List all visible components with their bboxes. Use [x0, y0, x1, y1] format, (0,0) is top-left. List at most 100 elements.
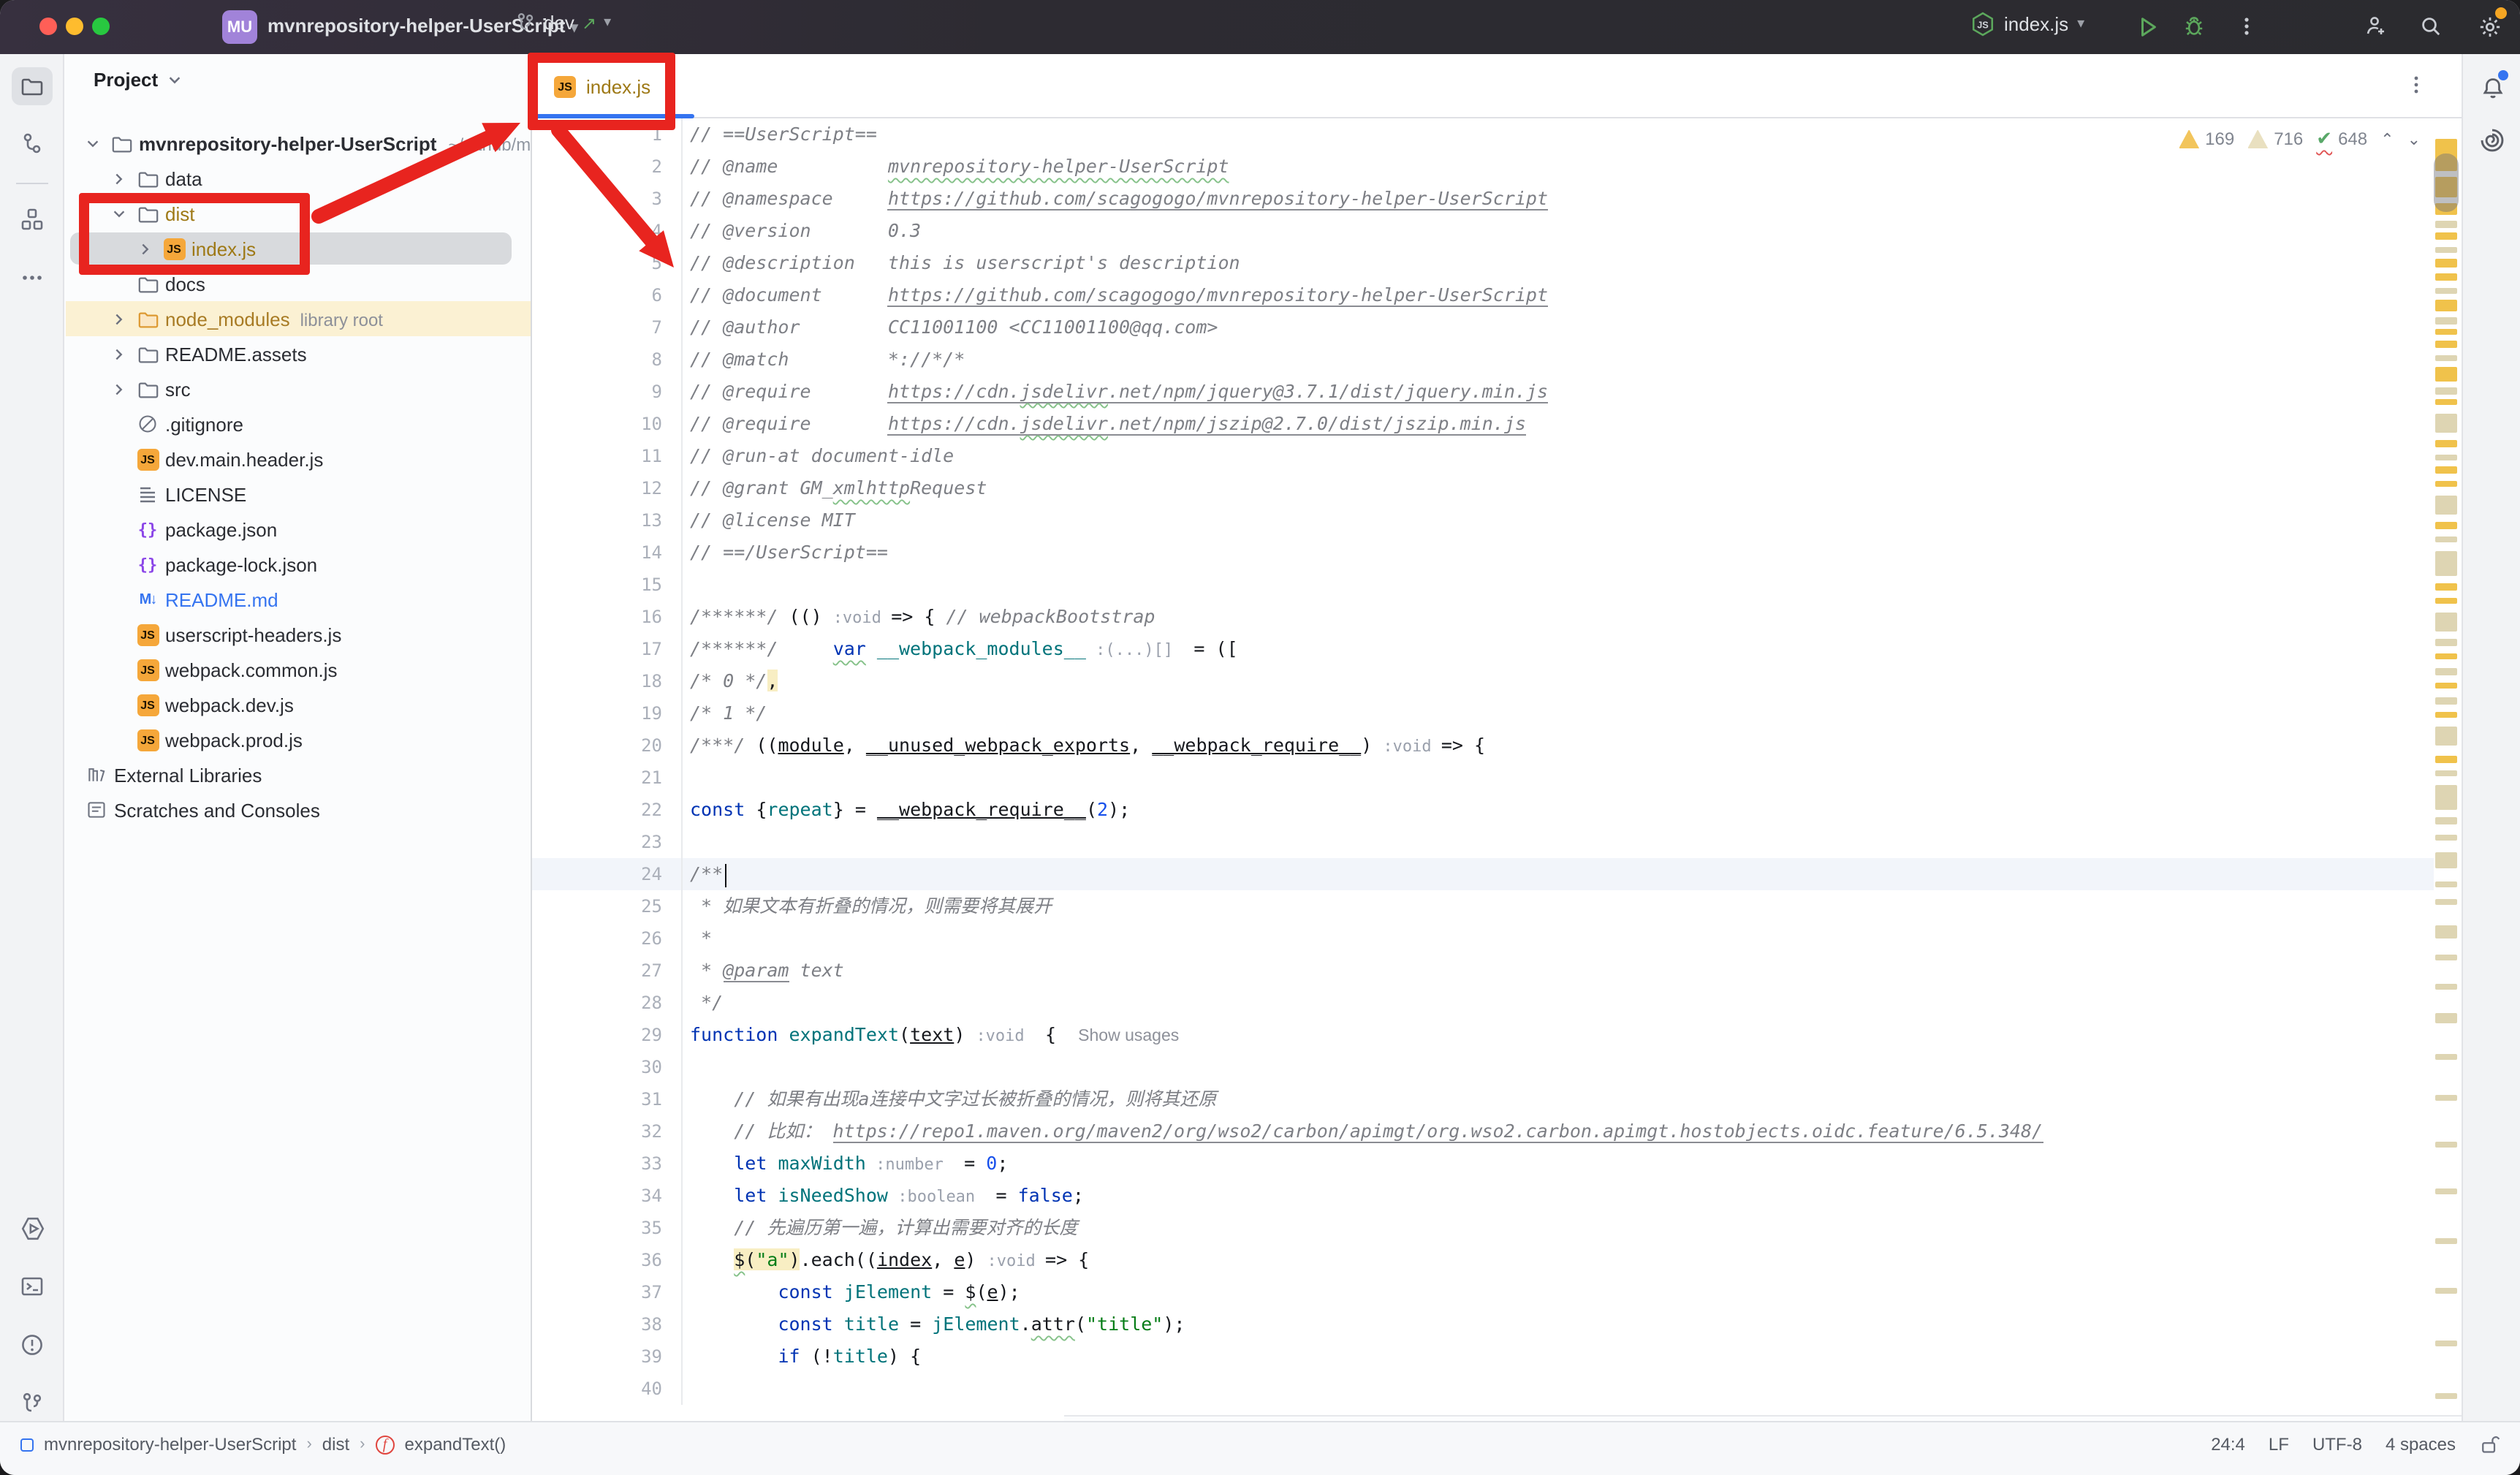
code-line-9[interactable]: 9// @require https://cdn.jsdelivr.net/np…	[532, 376, 2462, 408]
tree-item-webpack-prod-js[interactable]: JSwebpack.prod.js	[64, 722, 531, 757]
chevron-closed-icon[interactable]	[110, 345, 127, 363]
stripe-mark[interactable]	[2435, 785, 2457, 810]
stripe-mark[interactable]	[2435, 653, 2457, 659]
tree-item-webpack-common-js[interactable]: JSwebpack.common.js	[64, 652, 531, 687]
more-tool-windows-button[interactable]	[12, 259, 53, 297]
code-line-10[interactable]: 10// @require https://cdn.jsdelivr.net/n…	[532, 408, 2462, 440]
tree-item-readme-assets[interactable]: README.assets	[64, 336, 531, 371]
code-line-20[interactable]: 20/***/ ((module, __unused_webpack_expor…	[532, 729, 2462, 762]
stripe-mark[interactable]	[2435, 899, 2457, 905]
stripe-mark[interactable]	[2435, 1188, 2457, 1194]
tree-item-package-lock-json[interactable]: {}package-lock.json	[64, 547, 531, 582]
code-line-33[interactable]: 33 let maxWidth :number = 0;	[532, 1148, 2462, 1180]
editor-vertical-scrollbar[interactable]	[2434, 153, 2459, 212]
stripe-mark[interactable]	[2435, 598, 2457, 604]
code-line-39[interactable]: 39 if (!title) {	[532, 1341, 2462, 1373]
stripe-mark[interactable]	[2435, 1142, 2457, 1148]
tree-item-src[interactable]: src	[64, 371, 531, 406]
commit-tool-button[interactable]	[12, 124, 53, 162]
stripe-mark[interactable]	[2435, 329, 2457, 335]
tree-item-mvnrepository-helper-userscript[interactable]: mvnrepository-helper-UserScript~/github/…	[64, 126, 531, 161]
code-line-35[interactable]: 35 // 先遍历第一遍，计算出需要对齐的长度	[532, 1212, 2462, 1244]
stripe-mark[interactable]	[2435, 496, 2457, 515]
code-line-36[interactable]: 36 $("a").each((index, e) :void => {	[532, 1244, 2462, 1276]
unlock-icon[interactable]	[2479, 1434, 2500, 1455]
search-icon[interactable]	[2415, 10, 2447, 42]
code-line-27[interactable]: 27 * @param text	[532, 955, 2462, 987]
chevron-closed-icon[interactable]	[110, 380, 127, 398]
notifications-bell-icon[interactable]	[2476, 72, 2508, 104]
code-line-37[interactable]: 37 const jElement = $(e);	[532, 1276, 2462, 1308]
stripe-mark[interactable]	[2435, 1054, 2457, 1060]
run-button[interactable]	[2131, 10, 2163, 42]
stripe-mark[interactable]	[2435, 1288, 2457, 1294]
code-line-30[interactable]: 30	[532, 1051, 2462, 1083]
stripe-mark[interactable]	[2435, 414, 2457, 433]
tree-item-webpack-dev-js[interactable]: JSwebpack.dev.js	[64, 687, 531, 722]
ai-assistant-icon[interactable]	[2476, 124, 2508, 156]
code-line-7[interactable]: 7// @author CC11001100 <CC11001100@qq.co…	[532, 311, 2462, 344]
stripe-mark[interactable]	[2435, 455, 2457, 460]
stripe-mark[interactable]	[2435, 639, 2457, 646]
stripe-mark[interactable]	[2435, 1341, 2457, 1346]
stripe-mark[interactable]	[2435, 481, 2457, 487]
stripe-mark[interactable]	[2435, 247, 2457, 253]
code-line-8[interactable]: 8// @match *://*/*	[532, 344, 2462, 376]
project-panel-header[interactable]: Project	[94, 69, 183, 91]
run-tool-button[interactable]	[12, 1209, 53, 1247]
code-line-28[interactable]: 28 */	[532, 987, 2462, 1019]
stripe-mark[interactable]	[2435, 273, 2457, 281]
stripe-mark[interactable]	[2435, 770, 2457, 776]
indent-setting[interactable]: 4 spaces	[2386, 1434, 2456, 1455]
code-line-5[interactable]: 5// @description this is userscript's de…	[532, 247, 2462, 279]
code-line-1[interactable]: 1// ==UserScript==	[532, 118, 2462, 151]
git-tool-button[interactable]	[12, 1384, 53, 1422]
code-line-21[interactable]: 21	[532, 762, 2462, 794]
minimize-window-button[interactable]	[66, 18, 83, 35]
stripe-mark[interactable]	[2435, 341, 2457, 348]
statusbar-function-crumb[interactable]: expandText()	[405, 1434, 506, 1455]
code-line-25[interactable]: 25 * 如果文本有折叠的情况，则需要将其展开	[532, 890, 2462, 922]
stripe-mark[interactable]	[2435, 756, 2457, 763]
stripe-mark[interactable]	[2435, 1238, 2457, 1244]
code-line-22[interactable]: 22const {repeat} = __webpack_require__(2…	[532, 794, 2462, 826]
more-vertical-icon[interactable]	[2231, 10, 2263, 42]
stripe-mark[interactable]	[2435, 288, 2457, 294]
code-line-32[interactable]: 32 // 比如： https://repo1.maven.org/maven2…	[532, 1115, 2462, 1148]
code-line-34[interactable]: 34 let isNeedShow :boolean = false;	[532, 1180, 2462, 1212]
error-stripe[interactable]	[2434, 118, 2462, 1415]
tree-item-readme-md[interactable]: M↓README.md	[64, 582, 531, 617]
statusbar-dir-crumb[interactable]: dist	[322, 1434, 349, 1455]
code-line-40[interactable]: 40	[532, 1373, 2462, 1405]
statusbar-project-crumb[interactable]: mvnrepository-helper-UserScript	[44, 1434, 296, 1455]
stripe-mark[interactable]	[2435, 835, 2457, 841]
stripe-mark[interactable]	[2435, 955, 2457, 960]
code-line-26[interactable]: 26 *	[532, 922, 2462, 955]
previous-problem-icon[interactable]: ⌃	[2380, 129, 2394, 148]
tree-item--gitignore[interactable]: .gitignore	[64, 406, 531, 441]
stripe-mark[interactable]	[2435, 727, 2457, 746]
file-encoding[interactable]: UTF-8	[2312, 1434, 2362, 1455]
branch-selector[interactable]: dev ↗ ▾	[515, 12, 611, 34]
code-line-13[interactable]: 13// @license MIT	[532, 504, 2462, 536]
stripe-mark[interactable]	[2435, 712, 2457, 718]
stripe-mark[interactable]	[2435, 1095, 2457, 1101]
stripe-mark[interactable]	[2435, 668, 2457, 675]
tree-item-external-libraries[interactable]: External Libraries	[64, 757, 531, 792]
tree-item-data[interactable]: data	[64, 161, 531, 196]
code-line-16[interactable]: 16/******/ (() :void => { // webpackBoot…	[532, 601, 2462, 633]
more-vertical-icon[interactable]	[2406, 75, 2426, 102]
stripe-mark[interactable]	[2435, 984, 2457, 990]
debug-button[interactable]	[2178, 10, 2210, 42]
code-line-11[interactable]: 11// @run-at document-idle	[532, 440, 2462, 472]
next-problem-icon[interactable]: ⌄	[2407, 129, 2421, 148]
code-line-12[interactable]: 12// @grant GM_xmlhttpRequest	[532, 472, 2462, 504]
stripe-mark[interactable]	[2435, 232, 2457, 240]
stripe-mark[interactable]	[2435, 399, 2457, 405]
tree-item-userscript-headers-js[interactable]: JSuserscript-headers.js	[64, 617, 531, 652]
tree-item-scratches-and-consoles[interactable]: Scratches and Consoles	[64, 792, 531, 827]
stripe-mark[interactable]	[2435, 817, 2457, 824]
terminal-tool-button[interactable]	[12, 1267, 53, 1305]
stripe-mark[interactable]	[2435, 317, 2457, 325]
stripe-mark[interactable]	[2435, 551, 2457, 576]
